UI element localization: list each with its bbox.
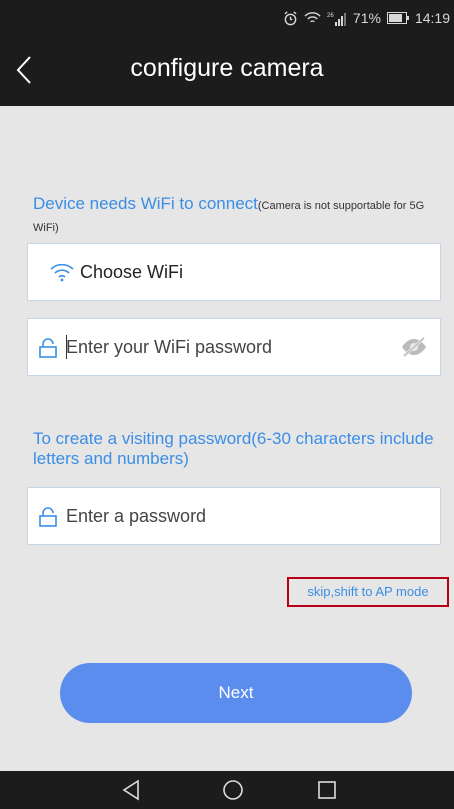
header: configure camera — [0, 36, 454, 106]
visit-password-field[interactable] — [27, 487, 441, 545]
choose-wifi-label: Choose WiFi — [80, 262, 184, 282]
cell-signal-icon: 26 — [327, 11, 347, 26]
status-bar: 26 71% 14:19 — [0, 0, 454, 36]
home-circle-icon[interactable] — [221, 778, 245, 807]
wifi-section-heading: Device needs WiFi to connect(Camera is n… — [33, 194, 443, 238]
wifi-icon — [50, 262, 74, 287]
eye-hidden-icon[interactable] — [400, 336, 428, 362]
battery-icon — [386, 12, 409, 24]
wifi-status-icon — [304, 11, 321, 25]
next-button[interactable]: Next — [60, 663, 412, 723]
visit-section-heading: To create a visiting password(6-30 chara… — [33, 429, 434, 468]
alarm-icon — [283, 10, 298, 26]
clock: 14:19 — [414, 10, 450, 26]
svg-text:26: 26 — [327, 13, 334, 19]
skip-ap-mode-link[interactable]: skip,shift to AP mode — [287, 577, 449, 607]
system-navigation-bar — [0, 771, 454, 809]
page-title: configure camera — [130, 54, 324, 82]
lock-icon — [38, 337, 58, 364]
wifi-password-field[interactable] — [27, 318, 441, 376]
wifi-password-input[interactable] — [66, 329, 366, 365]
wifi-heading-text: Device needs WiFi to connect — [33, 194, 258, 213]
battery-percent: 71% — [352, 10, 381, 26]
lock-icon — [38, 506, 58, 533]
back-triangle-icon[interactable] — [120, 778, 142, 807]
visit-password-input[interactable] — [66, 498, 366, 534]
recents-square-icon[interactable] — [316, 778, 338, 807]
choose-wifi-field[interactable]: Choose WiFi — [27, 243, 441, 301]
